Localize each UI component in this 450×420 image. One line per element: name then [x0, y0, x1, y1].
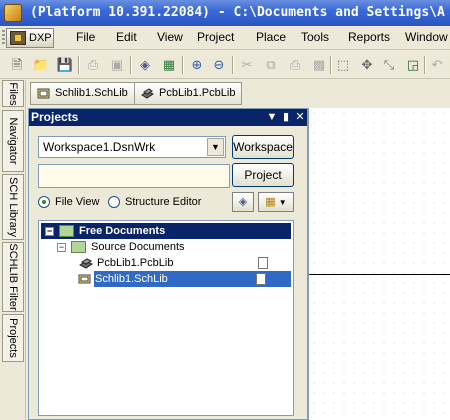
compile-icon: ◈ [238, 196, 248, 208]
side-tab-navigator[interactable]: Navigator [2, 110, 24, 172]
zoom-out-icon[interactable]: ⊖ [210, 56, 228, 74]
toolbar-separator [78, 56, 80, 74]
folder-icon [59, 225, 74, 237]
tab-label: PcbLib1.PcbLib [159, 87, 236, 99]
chevron-down-icon[interactable]: ▼ [207, 138, 224, 156]
cut-icon[interactable]: ✂ [238, 56, 256, 74]
panel-title: Projects [31, 110, 79, 124]
structure-editor-radio[interactable]: Structure Editor [108, 194, 201, 210]
schlib-doc-icon [37, 88, 50, 99]
file-view-label: File View [55, 196, 100, 208]
side-tab-projects[interactable]: Projects [2, 314, 24, 362]
new-document-icon[interactable]: 🗎 [8, 56, 26, 74]
project-tree: − Free Documents − Source Documents PcbL… [38, 220, 294, 416]
menu-reports[interactable]: Reports [346, 26, 392, 49]
side-panel-tabs: Files Navigator SCH Library SCHLIB Filte… [0, 80, 26, 420]
app-icon [4, 4, 22, 22]
standard-toolbar: 🗎 📁 💾 ⎙ ▣ ◈ ▦ ⊕ ⊖ ✂ ⧉ ⎙ ▩ ⬚ ✥ ⤡ ◲ ↶ [0, 51, 450, 79]
open-folder-icon[interactable]: 📁 [32, 56, 50, 74]
side-tab-schlib-filter[interactable]: SCHLIB Filter [2, 242, 24, 312]
workspace-button[interactable]: Workspace [232, 135, 294, 159]
collapse-icon[interactable]: − [57, 243, 66, 252]
tree-node-label: Schlib1.SchLib [95, 273, 168, 285]
chevron-down-icon: ▼ [278, 198, 287, 207]
toolbar-separator [424, 56, 426, 74]
tree-node-source-documents[interactable]: − Source Documents [41, 239, 291, 255]
tree-node-free-documents[interactable]: − Free Documents [41, 223, 291, 239]
dxp-icon [10, 31, 26, 45]
tree-node-label: Source Documents [91, 241, 185, 253]
dxp-label: DXP [29, 32, 52, 44]
print-icon[interactable]: ⎙ [84, 56, 102, 74]
rubber-stamp-icon[interactable]: ▩ [310, 56, 328, 74]
canvas-axis-line [309, 274, 450, 275]
project-button[interactable]: Project [232, 163, 294, 187]
collapse-icon[interactable]: − [45, 227, 54, 236]
project-options-button[interactable]: ▦ ▼ [258, 192, 294, 212]
tree-node-label: Free Documents [79, 225, 166, 237]
pin-icon[interactable]: ▮ [279, 110, 293, 124]
structure-editor-label: Structure Editor [125, 196, 202, 208]
menu-view[interactable]: View [155, 26, 185, 49]
document-status-icon [258, 257, 268, 269]
menu-tools[interactable]: Tools [299, 26, 331, 49]
projects-panel: Projects ▼ ▮ ✕ Workspace1.DsnWrk ▼ Works… [28, 108, 308, 420]
tab-label: Schlib1.SchLib [55, 87, 128, 99]
menu-edit[interactable]: Edit [114, 26, 139, 49]
toolbar-separator [330, 56, 332, 74]
undo-icon[interactable]: ↶ [428, 56, 446, 74]
clear-filter-icon[interactable]: ◲ [404, 56, 422, 74]
radio-indicator [38, 196, 50, 208]
tree-node-label: PcbLib1.PcbLib [97, 257, 174, 269]
tree-node-schlib1[interactable]: Schlib1.SchLib [78, 271, 291, 287]
zoom-in-icon[interactable]: ⊕ [188, 56, 206, 74]
document-options-icon: ▦ [265, 196, 276, 208]
menu-window[interactable]: Window [403, 26, 450, 49]
dxp-menu-button[interactable]: DXP [6, 28, 54, 48]
folder-icon [71, 241, 86, 253]
window-title: (Platform 10.391.22084) - C:\Documents a… [30, 5, 445, 20]
toolbar-separator [232, 56, 234, 74]
project-input[interactable] [38, 164, 230, 188]
copy-icon[interactable]: ⧉ [262, 56, 280, 74]
menu-file[interactable]: File [74, 26, 97, 49]
menu-bar: DXP File Edit View Project Place Tools R… [0, 26, 450, 50]
file-view-radio[interactable]: File View [38, 194, 99, 210]
window-title-bar: (Platform 10.391.22084) - C:\Documents a… [0, 0, 450, 26]
document-status-icon [256, 273, 266, 285]
tab-pcblib1[interactable]: PcbLib1.PcbLib [134, 82, 243, 105]
tab-schlib1[interactable]: Schlib1.SchLib [30, 82, 135, 105]
board-view-icon[interactable]: ▦ [160, 56, 178, 74]
menu-place[interactable]: Place [254, 26, 288, 49]
radio-indicator [108, 196, 120, 208]
side-tab-sch-library[interactable]: SCH Library [2, 174, 24, 240]
pcblib-doc-icon [141, 88, 154, 99]
menu-grip[interactable] [2, 30, 5, 46]
toolbar-separator [130, 56, 132, 74]
workspace-select[interactable]: Workspace1.DsnWrk ▼ [38, 136, 226, 158]
side-tab-files[interactable]: Files [2, 80, 24, 107]
print-preview-icon[interactable]: ▣ [108, 56, 126, 74]
tree-node-pcblib1[interactable]: PcbLib1.PcbLib [41, 255, 291, 271]
panel-menu-icon[interactable]: ▼ [265, 110, 279, 124]
toolbar-separator [182, 56, 184, 74]
pcblib-doc-icon [79, 258, 93, 269]
close-icon[interactable]: ✕ [293, 110, 307, 124]
schematic-canvas[interactable] [308, 108, 450, 420]
move-icon[interactable]: ✥ [358, 56, 376, 74]
menu-project[interactable]: Project [195, 26, 236, 49]
schlib-doc-icon [78, 274, 91, 284]
document-tabs: Schlib1.SchLib PcbLib1.PcbLib [0, 80, 450, 107]
select-area-icon[interactable]: ⬚ [334, 56, 352, 74]
save-icon[interactable]: 💾 [56, 56, 74, 74]
compile-project-button[interactable]: ◈ [232, 192, 254, 212]
deselect-icon[interactable]: ⤡ [380, 56, 398, 74]
layers-icon[interactable]: ◈ [136, 56, 154, 74]
workspace-value: Workspace1.DsnWrk [43, 140, 156, 154]
panel-header: Projects ▼ ▮ ✕ [29, 109, 307, 126]
paste-icon[interactable]: ⎙ [286, 56, 304, 74]
